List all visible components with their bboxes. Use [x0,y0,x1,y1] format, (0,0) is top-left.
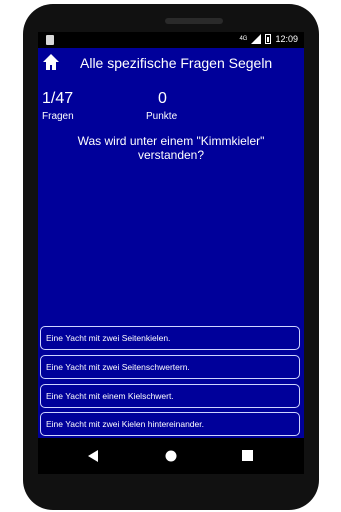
app-bar: Alle spezifische Fragen Segeln [38,48,304,78]
app-screen: 4G 12:09 Alle spezifische Fragen Segeln … [38,32,304,444]
clock: 12:09 [275,34,298,44]
answer-option-2[interactable]: Eine Yacht mit zwei Seitenschwertern. [40,355,300,379]
signal-icon [251,34,262,44]
points-value: 0 [158,90,167,107]
answer-option-1[interactable]: Eine Yacht mit zwei Seitenkielen. [40,326,300,350]
home-icon[interactable] [42,53,60,71]
navigation-bar [38,438,304,474]
battery-icon [265,34,272,44]
points-label: Punkte [146,111,178,122]
back-icon[interactable] [88,450,98,462]
page-title: Alle spezifische Fragen Segeln [80,55,273,71]
answer-option-4[interactable]: Eine Yacht mit zwei Kielen hintereinande… [40,412,300,436]
answer-option-3[interactable]: Eine Yacht mit einem Kielschwert. [40,384,300,408]
question-text: Was wird unter einem "Kimmkieler" versta… [77,134,265,162]
progress-label: Fragen [42,111,74,122]
status-bar: 4G 12:09 [38,32,304,48]
progress-value: 1/47 [42,90,74,107]
status-right: 4G 12:09 [239,34,298,44]
sd-card-icon [46,35,54,45]
phone-speaker [165,18,223,24]
home-nav-icon[interactable] [165,450,177,462]
recents-icon[interactable] [242,450,253,461]
network-type: 4G [239,36,248,42]
